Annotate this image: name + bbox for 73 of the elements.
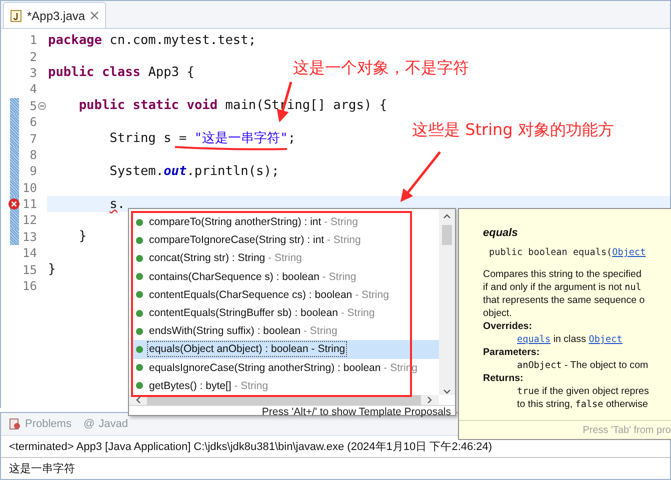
doc-text: object. bbox=[483, 307, 513, 320]
line-number: 12 bbox=[22, 213, 37, 228]
annotation-text: 这些是 String 对象的功能方 bbox=[412, 120, 614, 141]
method-icon bbox=[136, 328, 143, 335]
scroll-up-icon[interactable] bbox=[443, 213, 451, 219]
scroll-left-icon[interactable] bbox=[135, 396, 141, 404]
completion-item[interactable]: compareToIgnoreCase(String str) : int - String bbox=[132, 231, 439, 250]
doc-heading: Returns: bbox=[483, 372, 524, 385]
popup-hint: Press 'Tab' from pro bbox=[582, 424, 671, 436]
completion-item[interactable]: contentEquals(CharSequence cs) : boolean - String bbox=[132, 286, 439, 304]
doc-text: equals in class Object bbox=[516, 333, 624, 346]
code-line: } bbox=[48, 262, 56, 278]
at-icon: @ bbox=[83, 418, 95, 430]
line-number: 5 bbox=[28, 98, 37, 113]
method-icon bbox=[136, 382, 143, 390]
completion-item[interactable]: getBytes() : byte[] - String bbox=[132, 376, 439, 395]
scrollbar-thumb[interactable] bbox=[442, 225, 452, 245]
code-line: } bbox=[78, 229, 87, 244]
code-line: System.out.println(s); bbox=[108, 164, 280, 179]
completion-item[interactable]: concat(String str) : String - String bbox=[132, 249, 439, 268]
popup-hint: Press 'Alt+/' to show Template Proposals bbox=[262, 406, 451, 418]
editor-tab[interactable]: *App3.java bbox=[3, 2, 106, 28]
completion-item[interactable]: contentEquals(StringBuffer sb) : boolean - String bbox=[132, 304, 439, 322]
doc-text: that represents the same sequence o bbox=[483, 294, 646, 307]
line-number: 13 bbox=[22, 230, 37, 244]
method-icon bbox=[136, 346, 143, 353]
doc-text: Compares this string to the specified bbox=[483, 268, 642, 281]
completion-item[interactable]: contains(CharSequence s) : boolean - String bbox=[132, 268, 439, 286]
completion-item[interactable]: equals(Object anObject) : boolean - String bbox=[132, 340, 439, 358]
line-number: 7 bbox=[28, 132, 37, 146]
line-number: 8 bbox=[28, 148, 37, 162]
method-icon bbox=[136, 291, 143, 298]
doc-text: anObject - The object to com bbox=[516, 359, 650, 372]
java-file-icon bbox=[10, 10, 22, 22]
scroll-right-icon[interactable] bbox=[427, 396, 433, 404]
annotation-arrow bbox=[400, 151, 441, 202]
line-number: 9 bbox=[28, 164, 37, 178]
doc-text: if and only if the argument is not nul bbox=[483, 281, 642, 294]
line-number: 1 bbox=[28, 33, 37, 48]
code-line: public class App3 { bbox=[48, 65, 194, 80]
method-icon bbox=[136, 236, 143, 244]
scroll-down-icon[interactable] bbox=[443, 388, 451, 395]
annotation-text: 这是一个对象，不是字符 bbox=[293, 58, 469, 79]
method-icon bbox=[136, 310, 143, 317]
completion-item[interactable]: endsWith(String suffix) : boolean - String bbox=[132, 322, 439, 340]
code-line: package cn.com.mytest.test; bbox=[48, 32, 256, 48]
completion-item[interactable]: compareTo(String anotherString) : int - String bbox=[132, 213, 439, 232]
line-number: 16 bbox=[22, 279, 37, 294]
doc-heading: Parameters: bbox=[483, 346, 541, 359]
code-line: s. bbox=[108, 196, 126, 212]
code-line: String s = "这是一串字符"; bbox=[108, 130, 296, 148]
line-number: 4 bbox=[28, 82, 37, 96]
doc-text: to this string, false otherwise bbox=[516, 398, 649, 411]
line-number: 14 bbox=[22, 246, 37, 260]
doc-heading: Overrides: bbox=[483, 320, 534, 333]
method-icon bbox=[136, 218, 143, 226]
console-output: 这是一串字符 bbox=[8, 462, 76, 477]
method-icon bbox=[136, 254, 143, 262]
doc-title: equals bbox=[483, 227, 519, 239]
line-number: 3 bbox=[28, 66, 37, 80]
close-icon[interactable] bbox=[90, 11, 100, 20]
line-number: 6 bbox=[28, 115, 37, 130]
method-icon bbox=[136, 273, 143, 280]
method-icon bbox=[136, 364, 143, 372]
line-number: 10 bbox=[22, 180, 37, 195]
line-number: 11 bbox=[22, 197, 37, 212]
doc-signature: public boolean equals(Object bbox=[489, 247, 647, 258]
vertical-scrollbar[interactable] bbox=[439, 209, 455, 395]
doc-text: true if the given object repres bbox=[516, 385, 650, 398]
collapse-icon[interactable] bbox=[38, 102, 46, 110]
problems-icon bbox=[9, 418, 21, 430]
line-number: 15 bbox=[22, 262, 37, 277]
line-number: 2 bbox=[28, 50, 37, 64]
